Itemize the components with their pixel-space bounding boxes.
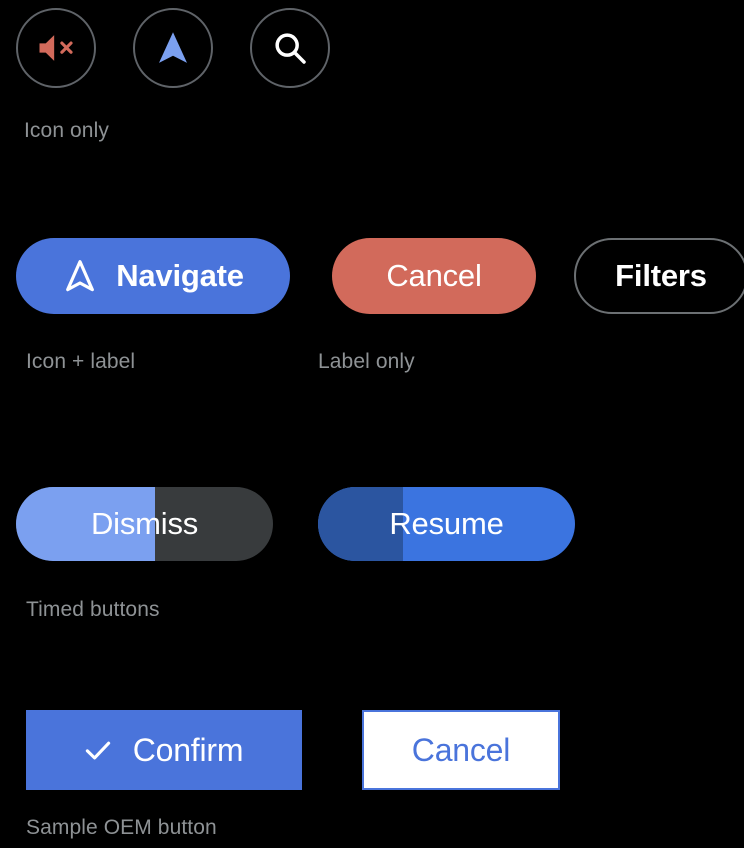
oem-button-row: Confirm Cancel bbox=[26, 710, 560, 790]
search-icon bbox=[270, 28, 310, 68]
icon-label-caption: Icon + label bbox=[26, 350, 136, 373]
label-only-caption: Label only bbox=[318, 350, 415, 373]
cancel-pill-button[interactable]: Cancel bbox=[332, 238, 536, 314]
volume-off-icon bbox=[34, 26, 78, 70]
dismiss-button-label: Dismiss bbox=[90, 506, 199, 541]
filters-button[interactable]: Filters bbox=[574, 238, 744, 314]
confirm-button[interactable]: Confirm bbox=[26, 710, 302, 790]
oem-cancel-label: Cancel bbox=[411, 731, 511, 768]
confirm-button-label: Confirm bbox=[132, 731, 244, 768]
filters-button-label: Filters bbox=[615, 258, 707, 293]
button-showcase-screen: Icon only Navigate Cancel Filters Icon +… bbox=[0, 0, 744, 848]
navigate-button[interactable]: Navigate bbox=[16, 238, 290, 314]
resume-button-label: Resume bbox=[389, 506, 504, 541]
navigate-button-label: Navigate bbox=[116, 258, 244, 293]
navigation-arrow-icon bbox=[152, 27, 194, 69]
dismiss-timed-button[interactable]: Dismiss bbox=[16, 487, 273, 561]
timed-buttons-caption: Timed buttons bbox=[26, 598, 160, 621]
search-button[interactable] bbox=[250, 8, 330, 88]
timed-button-row: Dismiss Resume bbox=[16, 487, 575, 561]
check-icon bbox=[81, 733, 115, 767]
oem-button-caption: Sample OEM button bbox=[26, 816, 217, 839]
navigation-arrow-outline-icon bbox=[60, 256, 100, 296]
mute-button[interactable] bbox=[16, 8, 96, 88]
resume-timed-button[interactable]: Resume bbox=[318, 487, 575, 561]
icon-only-caption: Icon only bbox=[24, 119, 109, 142]
icon-only-button-row bbox=[16, 8, 330, 88]
navigate-icon-button[interactable] bbox=[133, 8, 213, 88]
labeled-button-row: Navigate Cancel Filters bbox=[16, 238, 744, 314]
cancel-pill-label: Cancel bbox=[386, 258, 482, 293]
oem-cancel-button[interactable]: Cancel bbox=[362, 710, 560, 790]
